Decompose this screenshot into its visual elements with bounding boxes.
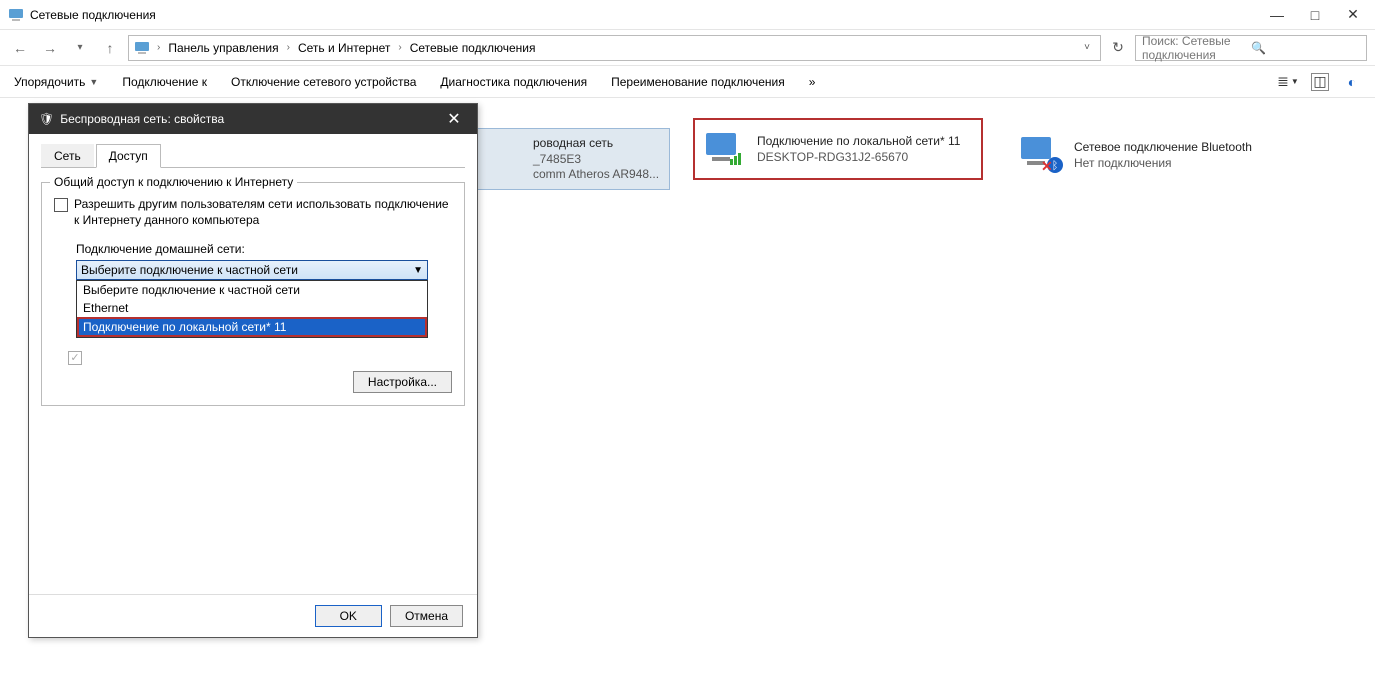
connection-text: Подключение по локальной сети* 11 DESKTO… bbox=[757, 134, 960, 164]
properties-dialog: 🛡 Беспроводная сеть: свойства ✕ Сеть Дос… bbox=[28, 103, 478, 638]
dialog-title: Беспроводная сеть: свойства bbox=[60, 112, 224, 126]
chevron-down-icon: ▼ bbox=[413, 265, 423, 276]
sharing-group: Общий доступ к подключению к Интернету Р… bbox=[41, 182, 465, 406]
group-legend: Общий доступ к подключению к Интернету bbox=[50, 175, 297, 189]
allow-sharing-label: Разрешить другим пользователям сети испо… bbox=[74, 197, 452, 228]
tab-sharing[interactable]: Доступ bbox=[96, 144, 161, 168]
nav-back-button[interactable]: ← bbox=[8, 36, 32, 60]
breadcrumb-sep: › bbox=[155, 42, 162, 53]
toolbar-organize[interactable]: Упорядочить▼ bbox=[14, 75, 98, 89]
dialog-tabs: Сеть Доступ bbox=[41, 144, 465, 168]
breadcrumb-icon bbox=[133, 39, 151, 57]
search-placeholder: Поиск: Сетевые подключения bbox=[1142, 34, 1251, 62]
monitor-icon bbox=[699, 124, 749, 174]
toolbar-rename[interactable]: Переименование подключения bbox=[611, 75, 785, 89]
breadcrumb-item[interactable]: Сетевые подключения bbox=[406, 41, 540, 55]
combo-value: Выберите подключение к частной сети bbox=[81, 263, 298, 277]
connection-item-bluetooth[interactable]: ᛒ✕ Сетевое подключение Bluetooth Нет под… bbox=[1012, 124, 1302, 186]
titlebar: Сетевые подключения — □ ✕ bbox=[0, 0, 1375, 30]
toolbar-diagnose[interactable]: Диагностика подключения bbox=[440, 75, 587, 89]
app-icon bbox=[8, 7, 24, 23]
toolbar-connect[interactable]: Подключение к bbox=[122, 75, 207, 89]
help-icon[interactable]: ◐ bbox=[1343, 73, 1361, 91]
settings-button[interactable]: Настройка... bbox=[353, 371, 452, 393]
allow-sharing-checkbox[interactable] bbox=[54, 198, 68, 212]
nav-row: ← → ▾ ↑ › Панель управления › Сеть и Инт… bbox=[0, 30, 1375, 66]
svg-text:✕: ✕ bbox=[1041, 158, 1053, 174]
nav-up-button[interactable]: ↑ bbox=[98, 36, 122, 60]
connection-text: Сетевое подключение Bluetooth Нет подклю… bbox=[1074, 140, 1252, 170]
breadcrumb-caret[interactable]: ˅ bbox=[1078, 42, 1096, 53]
window-controls: — □ ✕ bbox=[1267, 5, 1367, 25]
allow-control-checkbox bbox=[68, 351, 82, 365]
minimize-button[interactable]: — bbox=[1267, 5, 1287, 25]
connection-text: роводная сеть _7485E3 comm Atheros AR948… bbox=[533, 136, 659, 181]
allow-control-row bbox=[54, 350, 452, 365]
tab-network[interactable]: Сеть bbox=[41, 144, 94, 167]
combo-dropdown: Выберите подключение к частной сети Ethe… bbox=[76, 280, 428, 338]
toolbar-more[interactable]: » bbox=[809, 75, 816, 89]
breadcrumb-item[interactable]: Сеть и Интернет bbox=[294, 41, 394, 55]
home-connection-label: Подключение домашней сети: bbox=[76, 242, 452, 256]
search-icon: 🔍 bbox=[1251, 41, 1360, 55]
bluetooth-icon: ᛒ✕ bbox=[1016, 130, 1066, 180]
nav-forward-button[interactable]: → bbox=[38, 36, 62, 60]
combo-option[interactable]: Выберите подключение к частной сети bbox=[77, 281, 427, 299]
dialog-close-button[interactable]: ✕ bbox=[441, 109, 467, 129]
home-connection-combo[interactable]: Выберите подключение к частной сети ▼ bbox=[76, 260, 428, 280]
dialog-titlebar[interactable]: 🛡 Беспроводная сеть: свойства ✕ bbox=[29, 104, 477, 134]
maximize-button[interactable]: □ bbox=[1305, 5, 1325, 25]
breadcrumb-sep: › bbox=[396, 42, 403, 53]
toolbar: Упорядочить▼ Подключение к Отключение се… bbox=[0, 66, 1375, 98]
preview-pane-icon[interactable]: ◫ bbox=[1311, 73, 1329, 91]
close-button[interactable]: ✕ bbox=[1343, 5, 1363, 25]
view-list-icon[interactable]: ≣▼ bbox=[1279, 73, 1297, 91]
allow-sharing-row[interactable]: Разрешить другим пользователям сети испо… bbox=[54, 197, 452, 228]
combo-option-selected[interactable]: Подключение по локальной сети* 11 bbox=[77, 317, 427, 337]
shield-icon: 🛡 bbox=[39, 112, 54, 126]
refresh-button[interactable]: ↻ bbox=[1107, 37, 1129, 59]
connection-item-lan11[interactable]: Подключение по локальной сети* 11 DESKTO… bbox=[693, 118, 983, 180]
breadcrumb[interactable]: › Панель управления › Сеть и Интернет › … bbox=[128, 35, 1101, 61]
breadcrumb-sep: › bbox=[285, 42, 292, 53]
cancel-button[interactable]: Отмена bbox=[390, 605, 463, 627]
search-input[interactable]: Поиск: Сетевые подключения 🔍 bbox=[1135, 35, 1367, 61]
nav-recent-button[interactable]: ▾ bbox=[68, 36, 92, 60]
ok-button[interactable]: OK bbox=[315, 605, 382, 627]
toolbar-disable[interactable]: Отключение сетевого устройства bbox=[231, 75, 416, 89]
window-title: Сетевые подключения bbox=[30, 8, 1267, 22]
combo-option[interactable]: Ethernet bbox=[77, 299, 427, 317]
breadcrumb-item[interactable]: Панель управления bbox=[164, 41, 282, 55]
dialog-footer: OK Отмена bbox=[29, 594, 477, 637]
